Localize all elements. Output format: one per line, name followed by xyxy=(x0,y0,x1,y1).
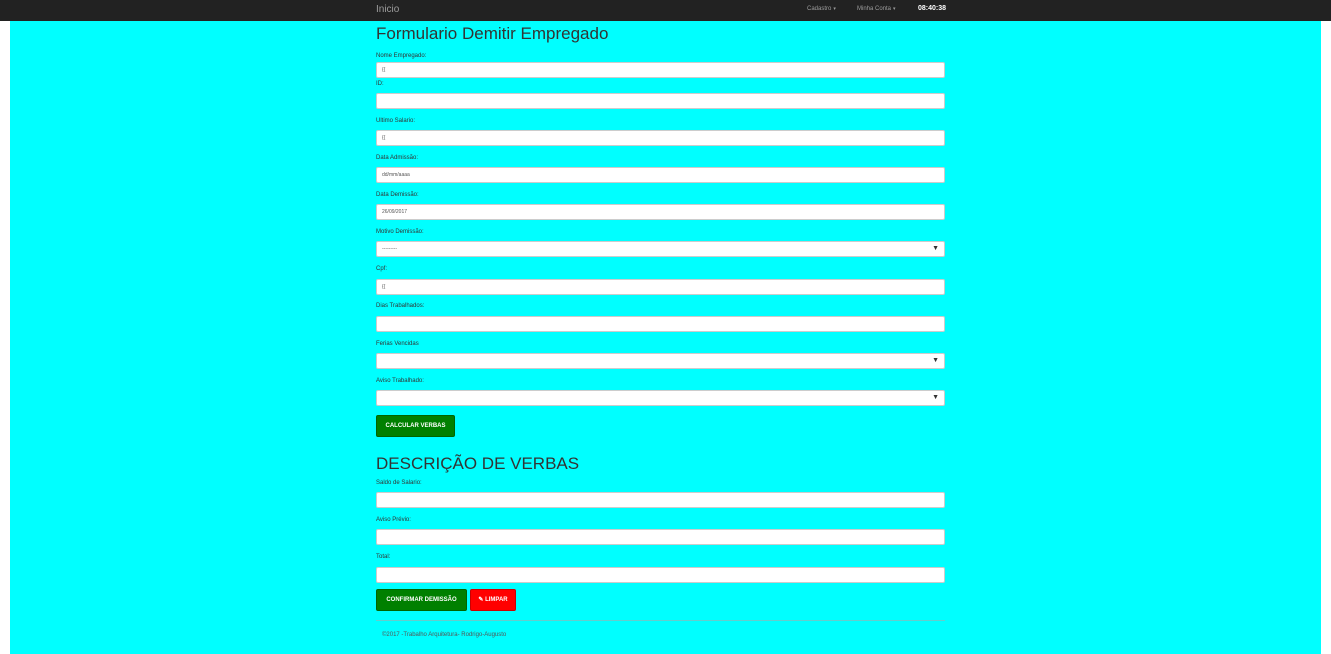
caret-down-icon: ▾ xyxy=(893,6,896,12)
data-admissao-input[interactable]: dd/mm/aaaa xyxy=(376,167,945,183)
cpf-input[interactable]: {{ xyxy=(376,279,945,295)
label-ferias-vencidas: Ferias Vencidas xyxy=(376,341,419,347)
footer-divider xyxy=(376,620,945,621)
label-data-admissao: Data Admissão: xyxy=(376,155,419,161)
data-demissao-input[interactable]: 26/09/2017 xyxy=(376,204,945,220)
caret-down-icon: ▾ xyxy=(833,6,836,12)
ultimo-salario-input[interactable]: {{ xyxy=(376,130,945,146)
limpar-label: LIMPAR xyxy=(485,597,508,603)
nav-clock: 08:40:38 xyxy=(918,5,947,12)
nav-cadastro-dropdown[interactable]: Cadastro ▾ xyxy=(807,6,836,12)
nav-minha-conta-dropdown[interactable]: Minha Conta ▾ xyxy=(857,6,896,12)
id-input[interactable] xyxy=(376,93,945,109)
label-aviso-trabalhado: Aviso Trabalhado: xyxy=(376,378,424,384)
nav-cadastro-label: Cadastro xyxy=(807,6,832,12)
label-data-demissao: Data Demissão: xyxy=(376,192,419,198)
motivo-demissao-select[interactable]: --------- ▼ xyxy=(376,241,945,257)
confirmar-demissao-button[interactable]: CONFIRMAR DEMISSÃO xyxy=(376,589,467,611)
label-dias-trabalhados: Dias Trabalhados: xyxy=(376,303,425,309)
label-id: ID: xyxy=(376,81,384,87)
form-title: Formulario Demitir Empregado xyxy=(376,24,609,43)
top-navbar: Inicio Cadastro ▾ Minha Conta ▾ 08:40:38 xyxy=(0,0,1331,21)
label-saldo-salario: Saldo de Salario: xyxy=(376,480,422,486)
verbas-section-title: DESCRIÇÃO DE VERBAS xyxy=(376,454,580,473)
label-cpf: Cpf: xyxy=(376,266,388,272)
triangle-down-icon: ▼ xyxy=(932,357,939,364)
calcular-verbas-button[interactable]: CALCULAR VERBAS xyxy=(376,415,455,437)
aviso-previo-input[interactable] xyxy=(376,529,945,545)
ferias-vencidas-select[interactable]: ▼ xyxy=(376,353,945,369)
label-ultimo-salario: Ultimo Salario: xyxy=(376,118,416,124)
triangle-down-icon: ▼ xyxy=(932,394,939,401)
label-motivo-demissao: Motivo Demissão: xyxy=(376,229,424,235)
nav-minha-conta-label: Minha Conta xyxy=(857,6,892,12)
total-input[interactable] xyxy=(376,567,945,583)
aviso-trabalhado-select[interactable]: ▼ xyxy=(376,390,945,406)
saldo-salario-input[interactable] xyxy=(376,492,945,508)
label-total: Total: xyxy=(376,554,391,560)
pencil-icon: ✎ xyxy=(478,597,484,603)
triangle-down-icon: ▼ xyxy=(932,245,939,252)
dias-trabalhados-input[interactable] xyxy=(376,316,945,332)
page-background xyxy=(10,21,1321,654)
label-aviso-previo: Aviso Prévio: xyxy=(376,517,411,523)
label-nome-empregado: Nome Empregado: xyxy=(376,53,427,59)
nome-empregado-input[interactable]: {{ xyxy=(376,62,945,78)
footer-text: ©2017 -Trabalho Arquitetura- Rodrigo-Aug… xyxy=(382,632,507,638)
limpar-button[interactable]: ✎ LIMPAR xyxy=(470,589,516,611)
nav-home-link[interactable]: Inicio xyxy=(376,4,399,15)
motivo-demissao-value: --------- xyxy=(382,246,397,252)
